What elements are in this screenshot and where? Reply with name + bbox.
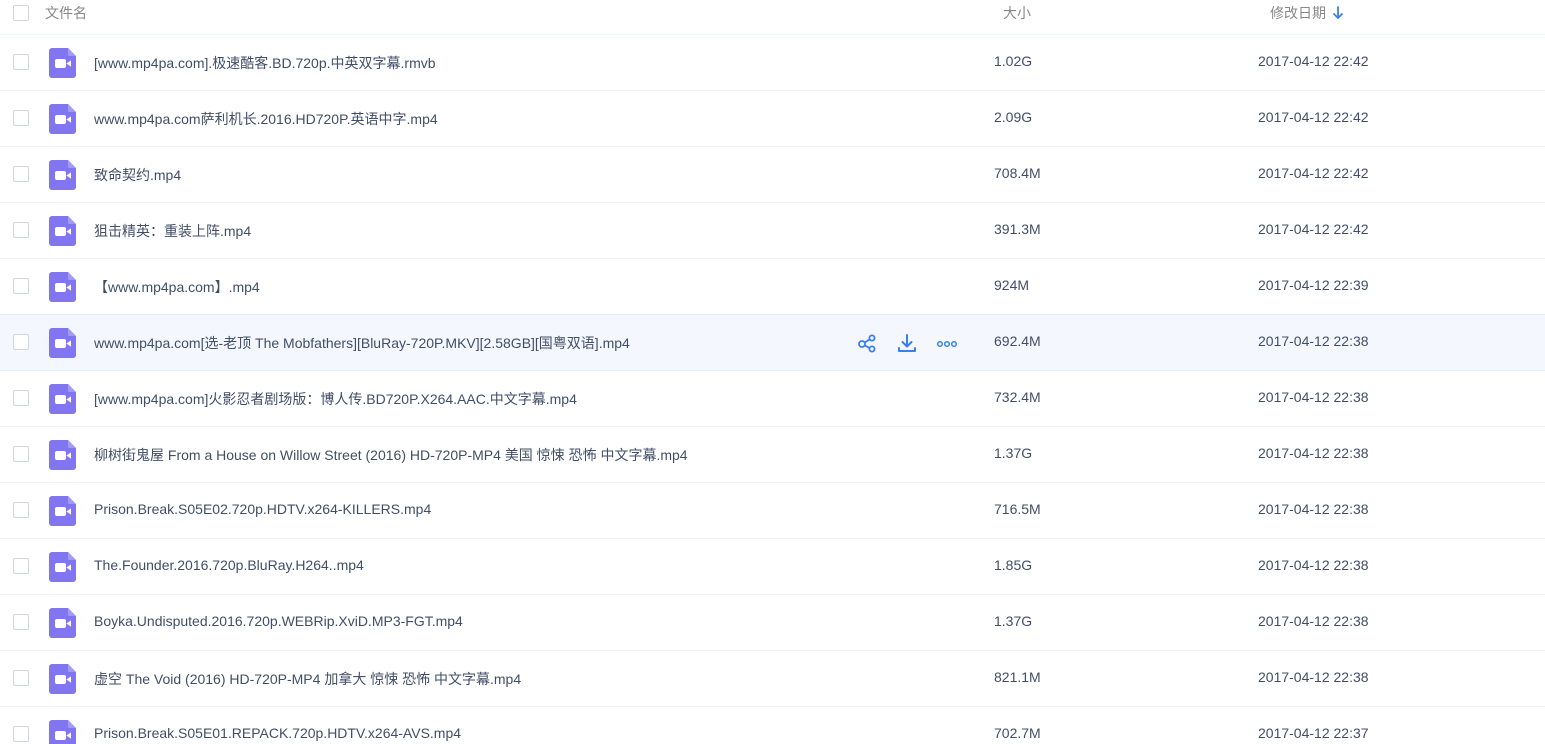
video-file-icon: [49, 216, 76, 246]
column-header-date-label: 修改日期: [1270, 5, 1326, 21]
file-name[interactable]: [www.mp4pa.com].极速酷客.BD.720p.中英双字幕.rmvb: [94, 53, 436, 73]
row-actions: [856, 332, 958, 354]
file-list: 文件名 大小 修改日期 [www.mp4pa.com].极速酷客.BD.720p…: [0, 0, 1545, 744]
file-row[interactable]: Prison.Break.S05E02.720p.HDTV.x264-KILLE…: [0, 483, 1545, 539]
row-checkbox[interactable]: [13, 390, 29, 406]
file-size: 2.09G: [994, 109, 1033, 125]
file-modified-date: 2017-04-12 22:38: [1258, 557, 1369, 573]
share-icon[interactable]: [856, 332, 878, 354]
file-row[interactable]: www.mp4pa.com萨利机长.2016.HD720P.英语中字.mp4 2.…: [0, 91, 1545, 147]
file-size: 821.1M: [994, 669, 1041, 685]
file-modified-date: 2017-04-12 22:42: [1258, 53, 1369, 69]
file-name[interactable]: 【www.mp4pa.com】.mp4: [94, 277, 260, 297]
row-checkbox[interactable]: [13, 110, 29, 126]
row-checkbox[interactable]: [13, 502, 29, 518]
video-file-icon: [49, 720, 76, 744]
file-rows: [www.mp4pa.com].极速酷客.BD.720p.中英双字幕.rmvb 1…: [0, 35, 1545, 744]
row-checkbox[interactable]: [13, 278, 29, 294]
file-modified-date: 2017-04-12 22:38: [1258, 333, 1369, 349]
file-size: 1.02G: [994, 53, 1033, 69]
file-name[interactable]: Prison.Break.S05E01.REPACK.720p.HDTV.x26…: [94, 725, 461, 741]
file-modified-date: 2017-04-12 22:42: [1258, 109, 1369, 125]
file-size: 1.85G: [994, 557, 1033, 573]
file-row[interactable]: The.Founder.2016.720p.BluRay.H264..mp4 1.…: [0, 539, 1545, 595]
file-modified-date: 2017-04-12 22:38: [1258, 389, 1369, 405]
file-row[interactable]: 致命契约.mp4 708.4M 2017-04-12 22:42: [0, 147, 1545, 203]
row-checkbox[interactable]: [13, 726, 29, 742]
file-modified-date: 2017-04-12 22:37: [1258, 725, 1369, 741]
file-row[interactable]: Boyka.Undisputed.2016.720p.WEBRip.XviD.M…: [0, 595, 1545, 651]
file-row[interactable]: www.mp4pa.com[选-老顶 The Mobfathers][BluRa…: [0, 314, 1545, 371]
video-file-icon: [49, 552, 76, 582]
row-checkbox[interactable]: [13, 334, 29, 350]
file-name[interactable]: www.mp4pa.com萨利机长.2016.HD720P.英语中字.mp4: [94, 109, 438, 129]
file-row[interactable]: 柳树街鬼屋 From a House on Willow Street (201…: [0, 427, 1545, 483]
video-file-icon: [49, 384, 76, 414]
file-row[interactable]: 虚空 The Void (2016) HD-720P-MP4 加拿大 惊悚 恐怖…: [0, 651, 1545, 707]
video-file-icon: [49, 496, 76, 526]
file-size: 1.37G: [994, 613, 1033, 629]
video-file-icon: [49, 160, 76, 190]
file-name[interactable]: 柳树街鬼屋 From a House on Willow Street (201…: [94, 445, 688, 465]
file-size: 1.37G: [994, 445, 1033, 461]
file-size: 924M: [994, 277, 1030, 293]
file-size: 708.4M: [994, 165, 1041, 181]
row-checkbox[interactable]: [13, 166, 29, 182]
column-header-name[interactable]: 文件名: [45, 3, 87, 23]
file-name[interactable]: 狙击精英：重装上阵.mp4: [94, 221, 251, 241]
row-checkbox[interactable]: [13, 670, 29, 686]
download-icon[interactable]: [896, 332, 918, 354]
file-row[interactable]: [www.mp4pa.com].极速酷客.BD.720p.中英双字幕.rmvb 1…: [0, 35, 1545, 91]
video-file-icon: [49, 104, 76, 134]
file-modified-date: 2017-04-12 22:38: [1258, 669, 1369, 685]
file-size: 692.4M: [994, 333, 1041, 349]
video-file-icon: [49, 272, 76, 302]
file-modified-date: 2017-04-12 22:38: [1258, 445, 1369, 461]
video-file-icon: [49, 48, 76, 78]
file-row[interactable]: 【www.mp4pa.com】.mp4 924M 2017-04-12 22:39: [0, 259, 1545, 315]
file-size: 391.3M: [994, 221, 1041, 237]
file-row[interactable]: [www.mp4pa.com]火影忍者剧场版：博人传.BD720P.X264.A…: [0, 371, 1545, 427]
file-name[interactable]: The.Founder.2016.720p.BluRay.H264..mp4: [94, 557, 364, 573]
file-name[interactable]: Boyka.Undisputed.2016.720p.WEBRip.XviD.M…: [94, 613, 463, 629]
file-row[interactable]: Prison.Break.S05E01.REPACK.720p.HDTV.x26…: [0, 707, 1545, 744]
video-file-icon: [49, 608, 76, 638]
file-modified-date: 2017-04-12 22:39: [1258, 277, 1369, 293]
file-row[interactable]: 狙击精英：重装上阵.mp4 391.3M 2017-04-12 22:42: [0, 203, 1545, 259]
select-all-checkbox[interactable]: [13, 5, 29, 21]
sort-descending-icon: [1332, 6, 1344, 20]
file-name[interactable]: Prison.Break.S05E02.720p.HDTV.x264-KILLE…: [94, 501, 431, 517]
column-header-date[interactable]: 修改日期: [1270, 3, 1344, 23]
file-size: 732.4M: [994, 389, 1041, 405]
list-header: 文件名 大小 修改日期: [0, 0, 1545, 35]
row-checkbox[interactable]: [13, 446, 29, 462]
file-modified-date: 2017-04-12 22:42: [1258, 165, 1369, 181]
more-icon[interactable]: [936, 332, 958, 354]
video-file-icon: [49, 664, 76, 694]
file-name[interactable]: www.mp4pa.com[选-老顶 The Mobfathers][BluRa…: [94, 333, 630, 353]
row-checkbox[interactable]: [13, 222, 29, 238]
file-name[interactable]: 致命契约.mp4: [94, 165, 181, 185]
file-modified-date: 2017-04-12 22:42: [1258, 221, 1369, 237]
file-modified-date: 2017-04-12 22:38: [1258, 613, 1369, 629]
video-file-icon: [49, 440, 76, 470]
file-modified-date: 2017-04-12 22:38: [1258, 501, 1369, 517]
file-size: 702.7M: [994, 725, 1041, 741]
row-checkbox[interactable]: [13, 558, 29, 574]
column-header-size[interactable]: 大小: [1003, 3, 1031, 23]
row-checkbox[interactable]: [13, 614, 29, 630]
row-checkbox[interactable]: [13, 54, 29, 70]
file-name[interactable]: 虚空 The Void (2016) HD-720P-MP4 加拿大 惊悚 恐怖…: [94, 669, 521, 689]
file-size: 716.5M: [994, 501, 1041, 517]
video-file-icon: [49, 328, 76, 358]
file-name[interactable]: [www.mp4pa.com]火影忍者剧场版：博人传.BD720P.X264.A…: [94, 389, 577, 409]
